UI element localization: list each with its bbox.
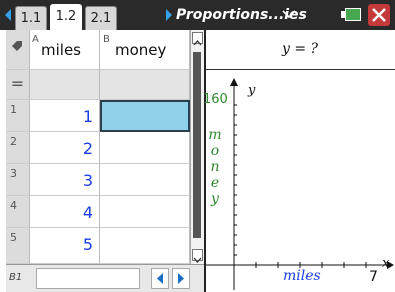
x-axis-max-label: 7	[369, 269, 378, 285]
arrow-right-icon	[178, 273, 184, 284]
row-header[interactable]: 5	[6, 228, 30, 264]
row-header[interactable]: 4	[6, 196, 30, 228]
column-name-b: money	[115, 41, 167, 59]
table-cell-b3[interactable]	[100, 164, 190, 196]
tab-2-1[interactable]: 2.1	[85, 6, 117, 30]
column-header-b[interactable]: B money	[100, 30, 190, 70]
x-axis-variable-label[interactable]: miles	[283, 268, 321, 284]
x-axis-letter: x	[382, 256, 390, 271]
column-header-a[interactable]: A miles	[30, 30, 100, 70]
tag-icon	[12, 41, 22, 51]
scroll-down-button[interactable]	[192, 249, 203, 263]
close-icon[interactable]	[368, 4, 390, 26]
table-cell-a5[interactable]: 5	[30, 228, 100, 264]
cell-entry-bar: B1	[6, 264, 204, 292]
tab-1-1[interactable]: 1.1	[15, 6, 47, 30]
scroll-up-button[interactable]	[192, 32, 203, 46]
scrollbar-thumb[interactable]	[193, 52, 201, 238]
corner-cell[interactable]	[6, 30, 30, 70]
graph-pane[interactable]: y = ? 160 y m o n e y miles 7 x	[203, 30, 395, 292]
tab-1-2[interactable]: 1.2	[50, 4, 82, 30]
y-label-letter: m	[208, 127, 222, 143]
tab-scroll-left-icon[interactable]	[5, 9, 11, 21]
battery-icon	[345, 8, 361, 21]
formula-row-head[interactable]: =	[6, 70, 30, 100]
y-label-letter: e	[210, 175, 220, 191]
formula-cell-b[interactable]	[100, 70, 190, 100]
y-label-letter: o	[210, 143, 220, 159]
table-cell-b4[interactable]	[100, 196, 190, 228]
graph-axes	[206, 78, 394, 290]
vertical-scrollbar[interactable]	[190, 30, 204, 264]
row-header[interactable]: 3	[6, 164, 30, 196]
column-letter-b: B	[103, 34, 110, 45]
y-axis-arrow	[230, 78, 238, 86]
column-name-a: miles	[41, 41, 81, 59]
y-axis-variable-label[interactable]: m o n e y	[208, 127, 222, 207]
y-axis-letter: y	[248, 83, 256, 98]
y-axis-max-label: 160	[203, 92, 228, 107]
formula-cell-a[interactable]	[30, 70, 100, 100]
table-cell-a3[interactable]: 3	[30, 164, 100, 196]
table-cell-b2[interactable]	[100, 132, 190, 164]
tab-scroll-right-icon[interactable]	[166, 9, 172, 21]
table-cell-b1-selected[interactable]	[100, 100, 190, 132]
cell-reference: B1	[9, 272, 23, 283]
cell-entry-input[interactable]	[36, 268, 140, 289]
chevron-down-icon[interactable]	[282, 10, 296, 18]
chevron-up-icon	[193, 40, 202, 46]
table-cell-a1[interactable]: 1	[30, 100, 100, 132]
table-cell-b5[interactable]	[100, 228, 190, 264]
next-button[interactable]	[172, 268, 190, 289]
table-cell-a2[interactable]: 2	[30, 132, 100, 164]
y-label-letter: y	[211, 191, 219, 207]
row-header[interactable]: 2	[6, 132, 30, 164]
y-label-letter: n	[210, 159, 220, 175]
column-letter-a: A	[32, 34, 39, 45]
spreadsheet: A miles B money = 1 1 2 2 3 3 4 4 5 5 B1	[6, 30, 204, 292]
tab-bar: 1.1 1.2 2.1 Proportions...ies	[0, 0, 395, 30]
arrow-left-icon	[157, 273, 163, 284]
previous-button[interactable]	[151, 268, 169, 289]
table-cell-a4[interactable]: 4	[30, 196, 100, 228]
row-header[interactable]: 1	[6, 100, 30, 132]
